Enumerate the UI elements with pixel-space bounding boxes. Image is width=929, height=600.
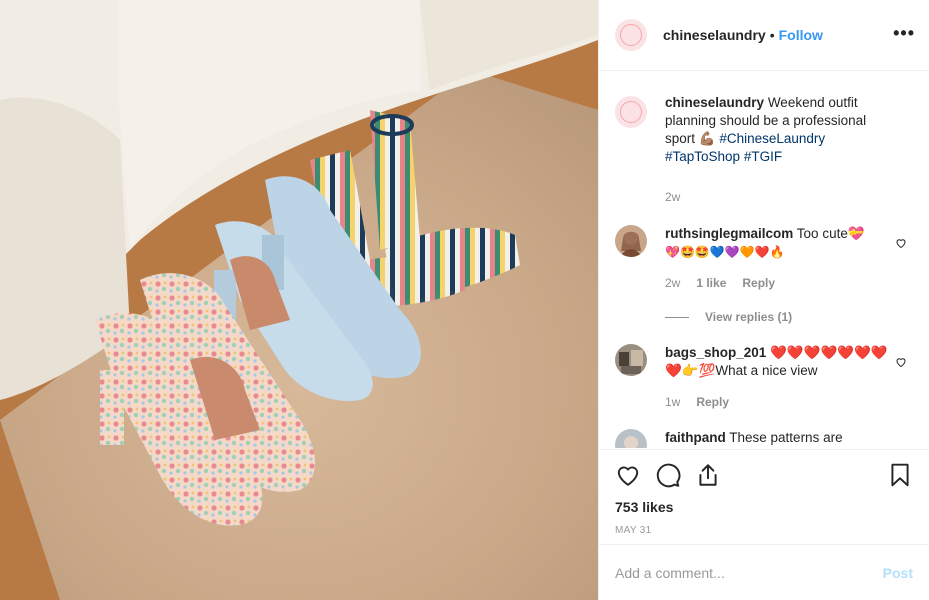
like-comment-heart-icon[interactable] [895,356,907,368]
commenter-avatar[interactable] [615,344,647,376]
post-actions: 753 likes MAY 31 [599,449,929,536]
comment-age[interactable]: 2w [665,274,680,292]
hashtag-link[interactable]: #ChineseLaundry [719,131,825,146]
comment-age[interactable]: 1w [665,393,680,411]
bookmark-icon[interactable] [887,462,913,488]
hashtag-link[interactable]: #TGIF [744,149,782,164]
commenter-username[interactable]: ruthsinglegmailcom [665,226,793,241]
post-photo[interactable] [0,0,598,600]
add-comment-input[interactable] [615,564,883,581]
comment-emojis: 💖🤩🤩💙💜🧡❤️🔥 [665,245,785,259]
reply-button[interactable]: Reply [742,274,775,292]
caption-avatar[interactable] [615,96,647,128]
shoes-photo [0,0,598,600]
post-caption: chineselaundry Weekend outfit planning s… [615,94,913,206]
commenter-avatar[interactable] [615,225,647,257]
post-date[interactable]: MAY 31 [615,525,913,536]
add-comment-bar: Post [599,544,929,600]
replies-divider [665,316,689,318]
view-replies-button[interactable]: View replies (1) [665,310,913,324]
author-username[interactable]: chineselaundry [663,27,766,43]
caption-age[interactable]: 2w [665,188,680,206]
post-comment-button[interactable]: Post [883,565,913,581]
comment-likes[interactable]: 1 like [696,274,726,292]
commenter-avatar[interactable] [615,429,647,448]
comment-item: faithpand These patterns are [615,429,913,448]
author-avatar[interactable] [615,19,647,51]
post-header: chineselaundry • Follow [599,0,929,71]
like-comment-heart-icon[interactable] [895,237,907,249]
commenter-username[interactable]: faithpand [665,430,726,445]
heart-icon[interactable] [615,462,641,488]
comment-item: ruthsinglegmailcom Too cute💝 💖🤩🤩💙💜🧡❤️🔥 2… [615,225,913,292]
likes-count[interactable]: 753 likes [615,499,913,515]
caption-username[interactable]: chineselaundry [665,95,764,110]
share-icon[interactable] [695,462,721,488]
post-modal: chineselaundry • Follow ••• chineselaund… [0,0,929,600]
comment-text: These patterns are [729,430,843,445]
comment-icon[interactable] [655,462,681,488]
comment-item: bags_shop_201 ❤️❤️❤️❤️❤️❤️❤️❤️👉💯What a n… [615,344,913,411]
hashtag-link[interactable]: #TapToShop [665,149,740,164]
comments-list[interactable]: chineselaundry Weekend outfit planning s… [599,72,929,448]
post-side-panel: chineselaundry • Follow ••• chineselaund… [598,0,929,600]
follow-button[interactable]: Follow [779,27,823,43]
ellipsis-icon[interactable]: ••• [893,24,915,42]
view-replies-label: View replies (1) [705,310,793,324]
comment-text: Too cute💝 [796,226,865,241]
header-separator: • [769,27,775,43]
commenter-username[interactable]: bags_shop_201 [665,345,766,360]
reply-button[interactable]: Reply [696,393,729,411]
